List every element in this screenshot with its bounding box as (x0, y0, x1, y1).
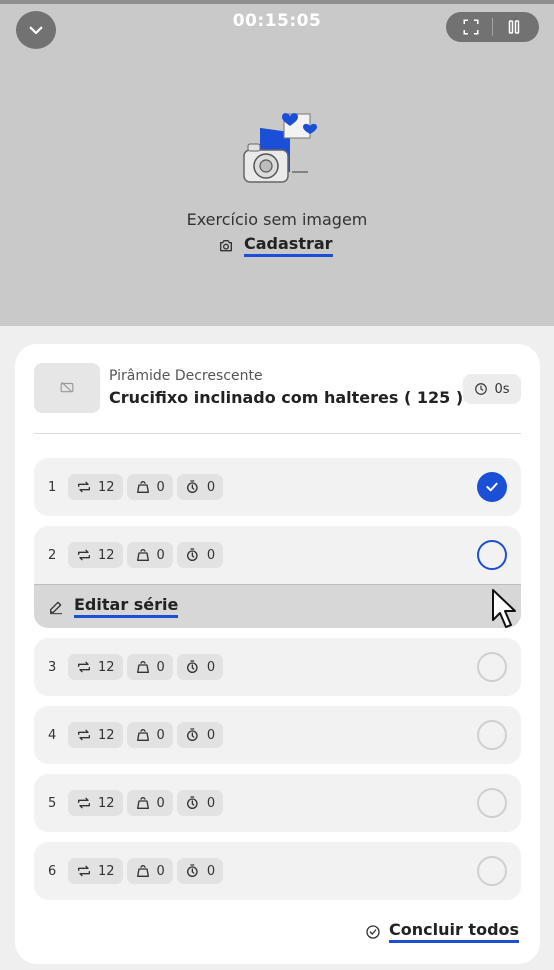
no-image-illustration (243, 113, 317, 183)
exercise-sheet: Pirâmide Decrescente Crucifixo inclinado… (15, 344, 540, 964)
rest-timer-value: 0s (494, 381, 510, 397)
reps-chip: 12 (68, 654, 123, 680)
reps-value: 12 (98, 659, 115, 675)
weight-value: 0 (156, 727, 165, 743)
weight-chip: 0 (126, 858, 173, 884)
reps-value: 12 (98, 547, 115, 563)
no-image-text: Exercício sem imagem (186, 210, 368, 229)
rest-value: 0 (206, 727, 216, 743)
rest-value: 0 (206, 479, 216, 495)
exercise-name: Crucifixo inclinado com halteres ( 125 ) (109, 388, 464, 407)
repeat-icon (78, 797, 90, 809)
weight-icon (136, 797, 149, 809)
rest-chip: 0 (176, 722, 224, 748)
repeat-icon (78, 661, 90, 673)
divider (492, 18, 493, 36)
register-image-link[interactable]: Cadastrar (218, 234, 333, 257)
register-image-label: Cadastrar (244, 234, 333, 257)
divider (34, 433, 521, 434)
reps-chip: 12 (68, 474, 123, 500)
reps-chip: 12 (68, 790, 123, 816)
rest-timer-chip[interactable]: 0s (463, 374, 521, 404)
reps-value: 12 (98, 479, 115, 495)
weight-value: 0 (156, 547, 165, 563)
weight-value: 0 (156, 795, 165, 811)
reps-value: 12 (98, 795, 115, 811)
set-number: 6 (48, 863, 57, 879)
rest-chip: 0 (176, 858, 224, 884)
rest-timer-icon (186, 796, 198, 809)
edit-set-label: Editar série (74, 595, 179, 618)
set-row-2[interactable]: 2 12 0 0 (34, 526, 521, 584)
weight-chip: 0 (126, 654, 173, 680)
rest-value: 0 (206, 547, 216, 563)
rest-chip: 0 (176, 542, 224, 568)
reps-value: 12 (98, 863, 115, 879)
exercise-thumbnail (34, 363, 100, 413)
rest-chip: 0 (176, 654, 224, 680)
set-row-6[interactable]: 6 12 0 0 (34, 842, 521, 900)
conclude-all-label: Concluir todos (389, 920, 520, 943)
set-complete-toggle[interactable] (477, 788, 507, 818)
weight-value: 0 (156, 863, 165, 879)
fullscreen-icon[interactable] (462, 18, 480, 36)
rest-timer-icon (186, 864, 198, 877)
set-complete-toggle[interactable] (477, 540, 507, 570)
rest-timer-icon (186, 728, 198, 741)
weight-value: 0 (156, 659, 165, 675)
media-controls (446, 12, 539, 42)
reps-value: 12 (98, 727, 115, 743)
rest-value: 0 (206, 795, 216, 811)
rest-value: 0 (206, 659, 216, 675)
set-number: 4 (48, 727, 57, 743)
reps-chip: 12 (68, 542, 123, 568)
set-complete-toggle[interactable] (477, 856, 507, 886)
repeat-icon (78, 481, 90, 493)
set-row-4[interactable]: 4 12 0 0 (34, 706, 521, 764)
set-row-5[interactable]: 5 12 0 0 (34, 774, 521, 832)
weight-icon (136, 549, 149, 561)
set-complete-toggle[interactable] (477, 720, 507, 750)
weight-icon (136, 729, 149, 741)
exercise-type: Pirâmide Decrescente (109, 368, 263, 384)
pause-icon[interactable] (505, 18, 523, 36)
camera-icon (220, 239, 232, 251)
repeat-icon (78, 865, 90, 877)
set-complete-toggle[interactable] (477, 472, 507, 502)
set-number: 5 (48, 795, 57, 811)
weight-icon (136, 481, 149, 493)
set-row-3[interactable]: 3 12 0 0 (34, 638, 521, 696)
reps-chip: 12 (68, 722, 123, 748)
no-image-icon (60, 381, 74, 393)
mouse-cursor-icon (492, 589, 516, 628)
rest-timer-icon (186, 548, 198, 561)
rest-chip: 0 (176, 790, 224, 816)
repeat-icon (78, 729, 90, 741)
weight-chip: 0 (126, 722, 173, 748)
set-number: 1 (48, 479, 57, 495)
set-number: 3 (48, 659, 57, 675)
rest-timer-icon (186, 480, 198, 493)
set-number: 2 (48, 547, 57, 563)
weight-chip: 0 (126, 542, 173, 568)
repeat-icon (78, 549, 90, 561)
set-row-1[interactable]: 1 12 0 0 (34, 458, 521, 516)
reps-chip: 12 (68, 858, 123, 884)
exercise-media-area: 00:15:05 Exercício sem imagem Cadastrar (0, 0, 554, 326)
weight-icon (136, 661, 149, 673)
weight-value: 0 (156, 479, 165, 495)
weight-icon (136, 865, 149, 877)
conclude-all-button[interactable]: Concluir todos (365, 920, 520, 943)
clock-icon (475, 383, 488, 395)
weight-chip: 0 (126, 474, 173, 500)
weight-chip: 0 (126, 790, 173, 816)
set-complete-toggle[interactable] (477, 652, 507, 682)
check-circle-icon (366, 924, 380, 939)
edit-set-bar[interactable]: Editar série (34, 584, 521, 628)
rest-value: 0 (206, 863, 216, 879)
pencil-icon (50, 601, 62, 614)
rest-timer-icon (186, 660, 198, 673)
check-icon (486, 482, 498, 492)
rest-chip: 0 (176, 474, 224, 500)
